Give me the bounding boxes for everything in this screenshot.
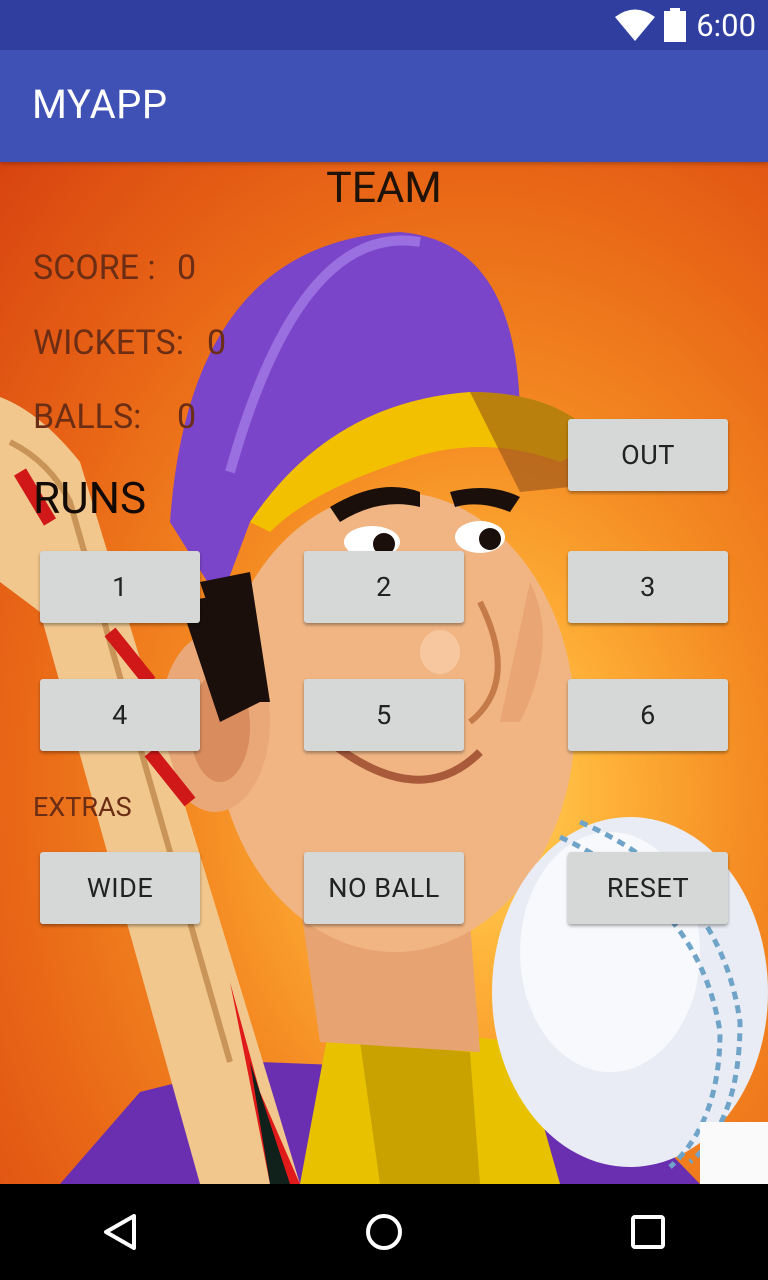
cricketer-background-image <box>0 232 768 1184</box>
recents-icon[interactable] <box>624 1208 672 1256</box>
status-time: 6:00 <box>696 7 756 44</box>
home-icon[interactable] <box>360 1208 408 1256</box>
out-button[interactable]: OUT <box>568 419 728 491</box>
run-1-button[interactable]: 1 <box>40 551 200 623</box>
score-value: 0 <box>177 248 197 288</box>
score-label: SCORE : <box>33 248 156 288</box>
balls-label: BALLS: <box>33 397 142 437</box>
back-icon[interactable] <box>96 1208 144 1256</box>
app-title: MYAPP <box>32 81 168 128</box>
status-bar: 6:00 <box>0 0 768 50</box>
run-5-button[interactable]: 5 <box>304 679 464 751</box>
wickets-value: 0 <box>207 323 227 363</box>
main-content: TEAM SCORE : 0 WICKETS: 0 BALLS: 0 OUT R… <box>0 162 768 1184</box>
reset-button[interactable]: RESET <box>568 852 728 924</box>
wifi-icon <box>615 9 655 41</box>
wickets-label: WICKETS: <box>33 323 184 363</box>
run-2-button[interactable]: 2 <box>304 551 464 623</box>
app-bar: MYAPP <box>0 50 768 162</box>
wide-button[interactable]: WIDE <box>40 852 200 924</box>
battery-icon <box>664 8 686 42</box>
team-title: TEAM <box>326 163 442 213</box>
run-3-button[interactable]: 3 <box>568 551 728 623</box>
run-6-button[interactable]: 6 <box>568 679 728 751</box>
runs-label: RUNS <box>33 472 147 524</box>
navigation-bar <box>0 1184 768 1280</box>
no-ball-button[interactable]: NO BALL <box>304 852 464 924</box>
balls-value: 0 <box>177 397 197 437</box>
run-4-button[interactable]: 4 <box>40 679 200 751</box>
extras-label: EXTRAS <box>33 791 132 823</box>
